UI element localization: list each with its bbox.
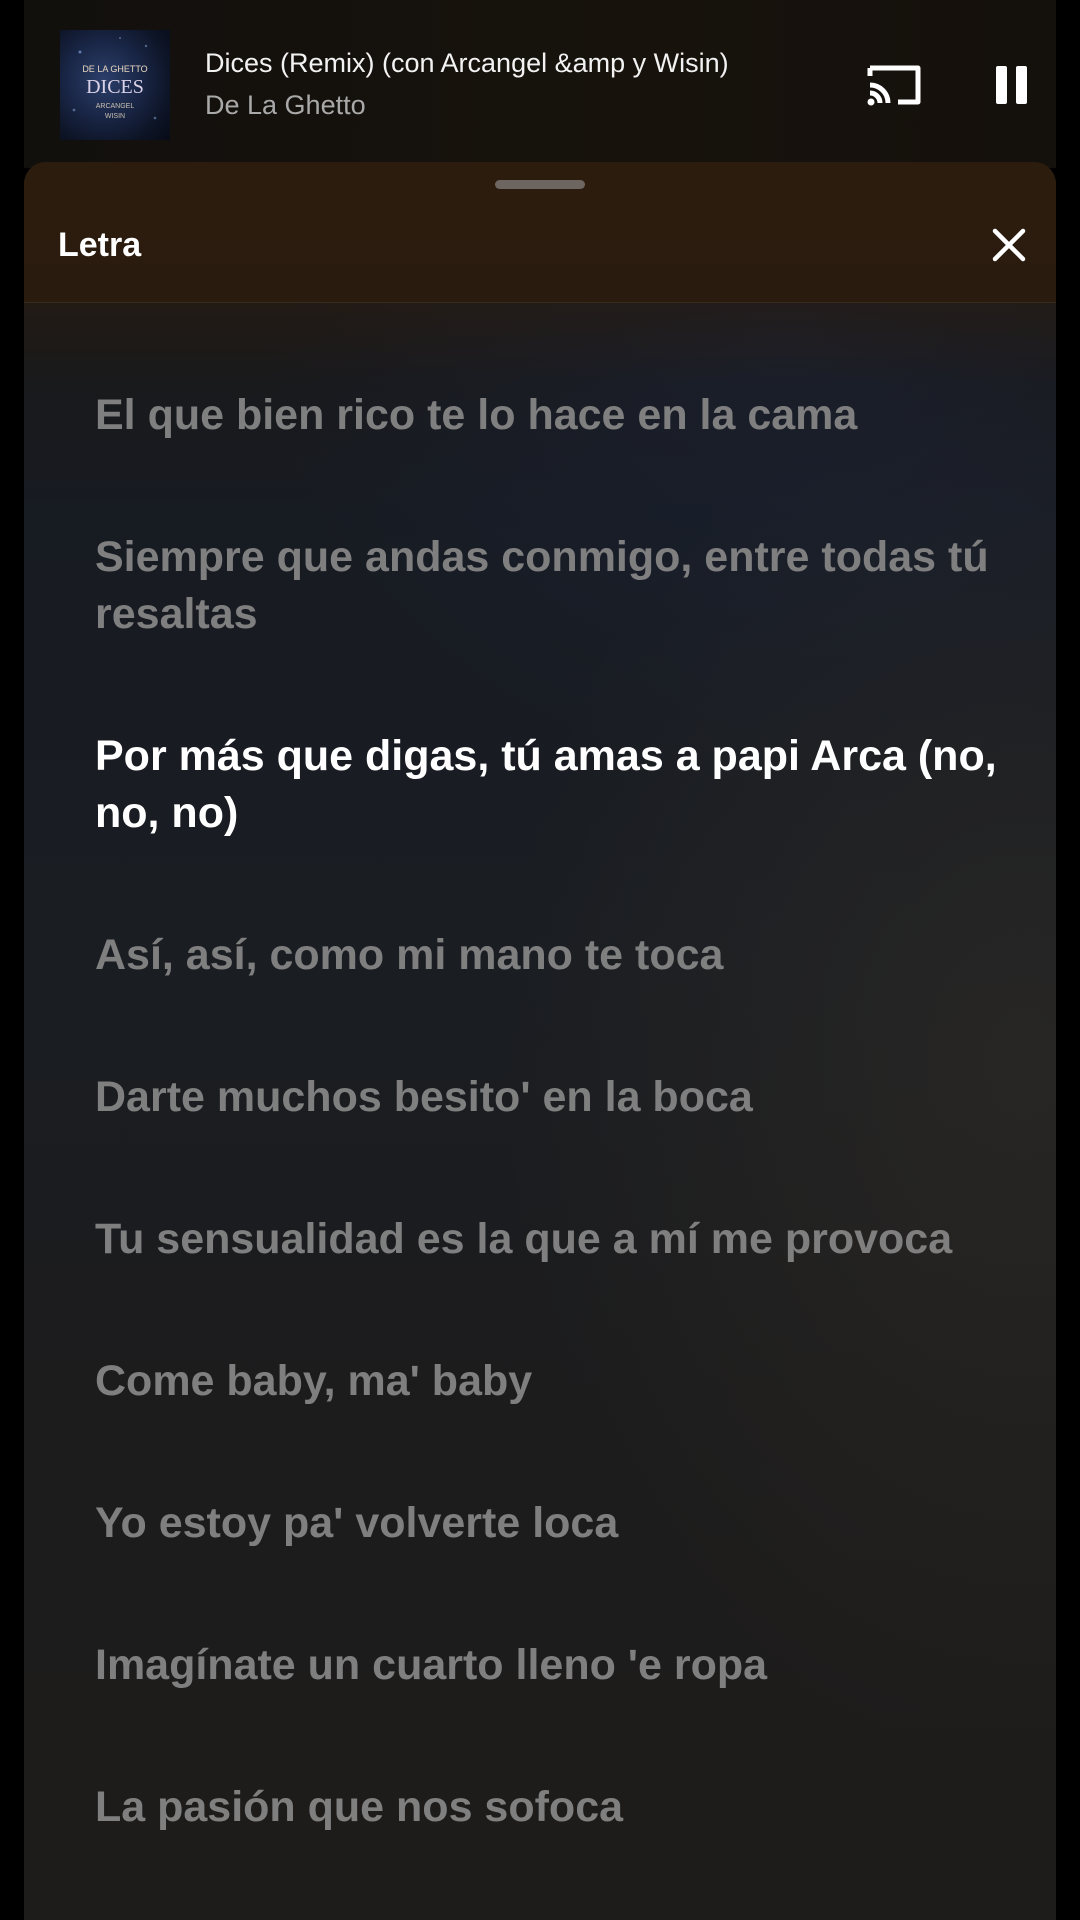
album-art-feat-text-2: WISIN (105, 113, 125, 120)
song-artist[interactable]: De La Ghetto (205, 90, 366, 121)
cast-button[interactable] (862, 58, 926, 112)
close-button[interactable] (986, 222, 1032, 268)
lyric-line[interactable]: El que bien rico te lo hace en la cama (95, 387, 1015, 444)
close-icon (992, 228, 1026, 262)
lyric-line[interactable]: Darte muchos besito' en la boca (95, 1069, 1015, 1126)
lyric-line[interactable]: Siempre que andas conmigo, entre todas t… (95, 529, 1015, 643)
album-art-artist-text: DE LA GHETTO (82, 64, 147, 74)
lyric-line[interactable]: Imagínate un cuarto lleno 'e ropa (95, 1637, 1015, 1694)
lyrics-list[interactable]: El que bien rico te lo hace en la cama S… (95, 387, 1015, 1920)
sheet-header: Letra (24, 162, 1056, 303)
sheet-title: Letra (58, 226, 142, 264)
lyric-line[interactable]: Tu sensualidad es la que a mí me provoca (95, 1211, 1015, 1268)
lyric-line[interactable]: Así, así, como mi mano te toca (95, 927, 1015, 984)
pause-icon (996, 66, 1027, 104)
screen: DE LA GHETTO DICES ARCANGEL WISIN Dices … (0, 0, 1080, 1920)
album-art-title-text: DICES (86, 76, 144, 98)
lyric-line-active[interactable]: Por más que digas, tú amas a papi Arca (… (95, 728, 1015, 842)
lyric-line[interactable]: Yo estoy pa' volverte loca (95, 1495, 1015, 1552)
lyrics-sheet: Letra El que bien rico te lo hace en la … (24, 162, 1056, 1920)
album-art: DE LA GHETTO DICES ARCANGEL WISIN (60, 30, 170, 140)
lyric-line[interactable]: Come baby, ma' baby (95, 1353, 1015, 1410)
album-art-graphic: DE LA GHETTO DICES ARCANGEL WISIN (72, 37, 157, 120)
album-art-feat-text-1: ARCANGEL (96, 103, 135, 110)
mini-player[interactable]: DE LA GHETTO DICES ARCANGEL WISIN Dices … (24, 0, 1056, 168)
cast-icon (867, 65, 921, 106)
pause-button[interactable] (984, 58, 1040, 112)
lyric-line[interactable]: La pasión que nos sofoca (95, 1779, 1015, 1836)
drag-handle[interactable] (495, 180, 585, 189)
header-fade (24, 303, 1056, 383)
song-title[interactable]: Dices (Remix) (con Arcangel &amp y Wisin… (205, 48, 729, 79)
